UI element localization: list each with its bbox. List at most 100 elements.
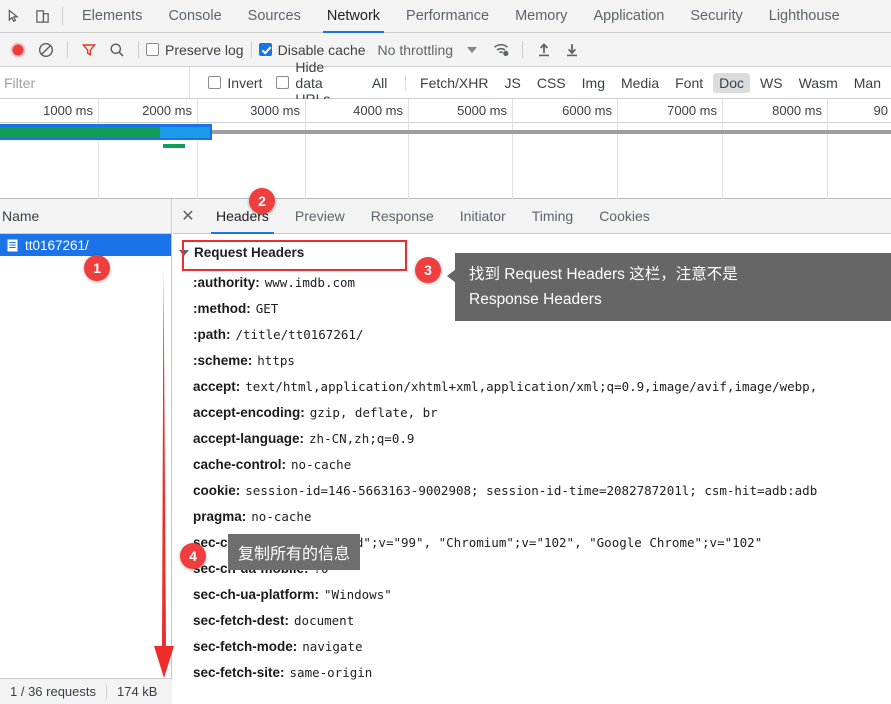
filter-type-media[interactable]: Media [615,73,665,93]
filter-funnel-icon[interactable] [75,36,103,64]
header-value: text/html,application/xhtml+xml,applicat… [245,378,818,394]
devtools-tab-bar: Elements Console Sources Network Perform… [0,0,891,33]
header-name: cookie: [193,482,241,498]
tab-label: Console [168,8,222,24]
annotation-tooltip-copy-all: 复制所有的信息 [228,534,361,570]
header-name: accept-language: [193,430,305,446]
filter-type-js[interactable]: JS [499,73,527,93]
filter-type-font[interactable]: Font [669,73,709,93]
tab-label: Preview [294,208,345,224]
header-row[interactable]: pragma: no-cache [173,503,891,529]
tab-preview[interactable]: Preview [282,199,358,234]
filter-type-img[interactable]: Img [576,73,611,93]
disable-cache-label: Disable cache [277,41,366,58]
tab-elements[interactable]: Elements [69,0,155,33]
filter-type-doc[interactable]: Doc [713,72,751,93]
tab-initiator[interactable]: Initiator [447,199,519,234]
badge-number: 1 [93,260,101,276]
header-name: pragma: [193,508,247,524]
close-icon[interactable]: ✕ [173,199,203,234]
filter-type-all[interactable]: All [366,73,394,93]
annotation-badge-4: 4 [180,543,206,569]
header-value: document [294,612,355,628]
tab-timing[interactable]: Timing [519,199,587,234]
timeline-gridline [197,99,198,199]
inspect-element-icon[interactable] [0,0,28,33]
tab-application[interactable]: Application [580,0,677,33]
filter-type-fetch-xhr[interactable]: Fetch/XHR [414,73,494,93]
header-row[interactable]: sec-ch-ua-platform: "Windows" [173,581,891,607]
header-name: :path: [193,326,231,342]
record-button-icon[interactable] [4,36,32,64]
header-row[interactable]: sec-fetch-dest: document [173,607,891,633]
device-toolbar-icon[interactable] [28,0,56,33]
header-value: no-cache [251,508,312,524]
header-value: same-origin [289,664,373,680]
tab-sources[interactable]: Sources [235,0,314,33]
timeline-tick-label: 7000 ms [667,103,717,118]
timeline-tick-label: 2000 ms [142,103,192,118]
timeline-gridline [98,99,99,199]
toolbar-divider [67,41,68,58]
overview-bar-marker [163,144,185,148]
header-row[interactable]: sec-fetch-site: same-origin [173,659,891,685]
header-row[interactable]: :path:/title/tt0167261/ [173,321,891,347]
network-overview[interactable]: 1000 ms 2000 ms 3000 ms 4000 ms 5000 ms … [0,99,891,199]
annotation-badge-1: 1 [84,255,110,281]
clear-icon[interactable] [32,36,60,64]
tab-console[interactable]: Console [155,0,234,33]
checkbox-box [208,76,222,89]
header-row[interactable]: accept-language: zh-CN,zh;q=0.9 [173,425,891,451]
header-name: accept-encoding: [193,404,305,420]
annotation-tooltip-request-headers: 找到 Request Headers 这栏，注意不是 Response Head… [447,253,891,321]
header-name: sec-fetch-mode: [193,638,298,654]
annotation-badge-3: 3 [415,257,441,283]
tab-performance[interactable]: Performance [393,0,502,33]
timeline-tick-label: 4000 ms [353,103,403,118]
header-row[interactable]: cookie: session-id=146-5663163-9002908; s… [173,477,891,503]
throttling-selector[interactable]: No throttling [378,42,453,58]
tab-label: Network [326,8,381,24]
header-row[interactable]: cache-control: no-cache [173,451,891,477]
document-icon [6,238,19,253]
filter-divider [405,74,407,91]
preserve-log-checkbox[interactable]: Preserve log [146,42,244,58]
header-row[interactable]: accept: text/html,application/xhtml+xml,a… [173,373,891,399]
tab-network[interactable]: Network [314,0,393,33]
header-row[interactable]: :scheme: https [173,347,891,373]
tab-lighthouse[interactable]: Lighthouse [756,0,853,33]
header-value: /title/tt0167261/ [235,326,364,342]
filter-type-css[interactable]: CSS [531,73,572,93]
tab-security[interactable]: Security [677,0,755,33]
request-row-tt0167261[interactable]: tt0167261/ [0,234,171,256]
status-transferred-size: 174 kB [117,684,158,699]
requests-column-header[interactable]: Name [0,199,171,234]
request-headers-list: :authority: www.imdb.com :method: GET :pat… [173,269,891,685]
timeline-tick-label: 1000 ms [43,103,93,118]
section-title-label: Request Headers [194,245,305,260]
preserve-log-label: Preserve log [165,41,244,58]
badge-number: 4 [189,548,197,564]
checkbox-box [276,76,290,89]
tab-memory[interactable]: Memory [502,0,580,33]
filter-type-manifest[interactable]: Man [848,73,887,93]
header-value: gzip, deflate, br [309,404,438,420]
tab-response[interactable]: Response [358,199,447,234]
timeline-gridline [722,99,723,199]
filter-input[interactable]: Filter [0,66,191,99]
search-icon[interactable] [103,36,131,64]
chevron-down-icon[interactable] [467,46,478,53]
overview-bar-blue [160,127,210,138]
tab-cookies[interactable]: Cookies [586,199,663,234]
filter-type-ws[interactable]: WS [754,73,789,93]
header-row[interactable]: sec-fetch-mode: navigate [173,633,891,659]
header-name: accept: [193,378,241,394]
filter-type-wasm[interactable]: Wasm [793,73,844,93]
disable-cache-checkbox[interactable]: Disable cache [258,41,366,58]
invert-checkbox[interactable]: Invert [208,75,262,91]
header-row[interactable]: accept-encoding: gzip, deflate, br [173,399,891,425]
overview-bar-green [0,127,160,138]
timeline-tick-label: 6000 ms [562,103,612,118]
status-requests-count: 1 / 36 requests [10,684,96,699]
header-value: "Windows" [324,586,392,602]
